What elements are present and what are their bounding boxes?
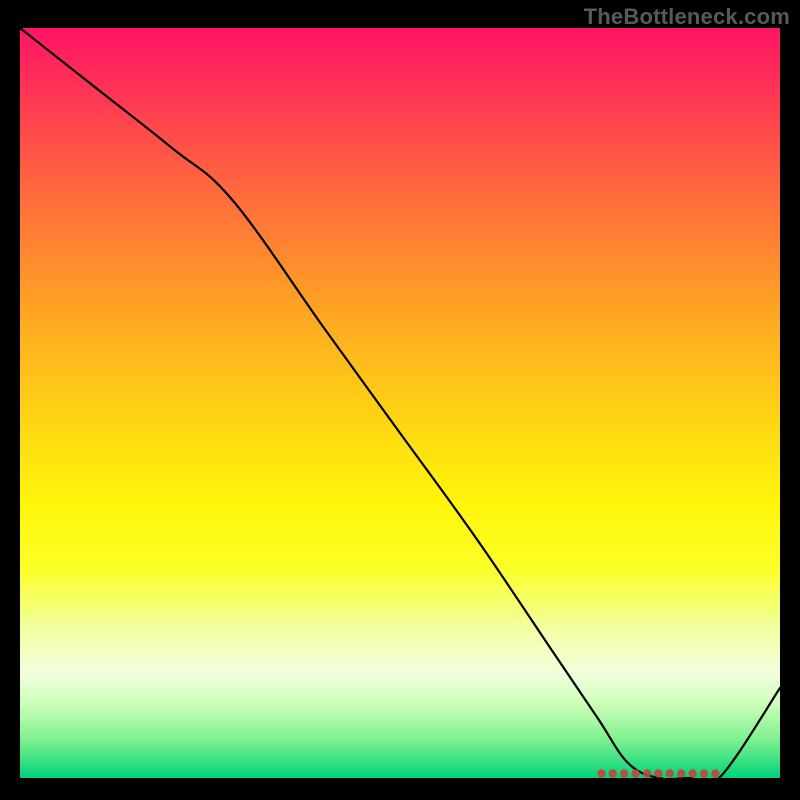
optimal-marker xyxy=(700,769,708,777)
optimal-marker xyxy=(597,769,605,777)
bottleneck-curve xyxy=(20,28,780,778)
optimal-marker xyxy=(688,769,696,777)
optimal-marker xyxy=(631,769,639,777)
optimal-marker xyxy=(677,769,685,777)
watermark-text: TheBottleneck.com xyxy=(584,4,790,30)
chart-frame: TheBottleneck.com xyxy=(0,0,800,800)
optimal-marker xyxy=(620,769,628,777)
optimal-marker xyxy=(609,769,617,777)
optimal-marker xyxy=(711,769,719,777)
plot-area xyxy=(20,28,780,778)
optimal-marker xyxy=(666,769,674,777)
chart-svg xyxy=(20,28,780,778)
optimal-marker xyxy=(654,769,662,777)
optimal-range-markers xyxy=(597,769,719,777)
optimal-marker xyxy=(643,769,651,777)
